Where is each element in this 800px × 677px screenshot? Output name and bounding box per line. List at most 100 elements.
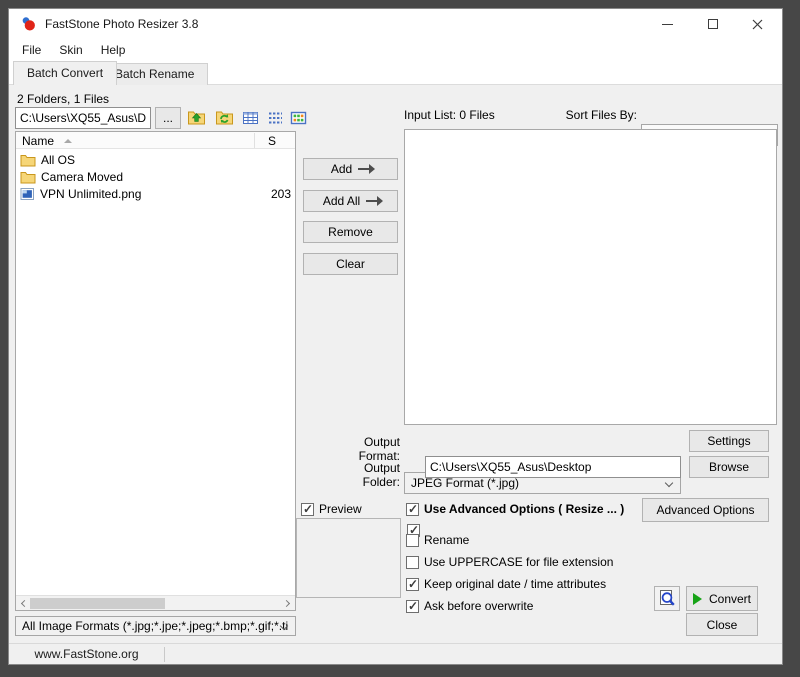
details-view-icon <box>242 110 259 126</box>
rename-label: Rename <box>424 533 469 547</box>
keep-date-label: Keep original date / time attributes <box>424 577 606 591</box>
column-name[interactable]: Name <box>22 134 54 148</box>
file-name: Camera Moved <box>41 170 123 184</box>
list-view-icon <box>267 110 284 126</box>
chevron-left-icon <box>21 599 28 606</box>
window-title: FastStone Photo Resizer 3.8 <box>45 17 198 31</box>
details-view-button[interactable] <box>242 110 260 126</box>
folder-icon <box>20 170 36 184</box>
output-folder-input[interactable] <box>425 456 681 478</box>
app-window: FastStone Photo Resizer 3.8 File Skin He… <box>8 8 783 665</box>
faststone-link[interactable]: www.FastStone.org <box>9 644 164 664</box>
column-divider[interactable] <box>254 133 255 148</box>
menu-file[interactable]: File <box>13 41 50 59</box>
keep-date-option[interactable]: Keep original date / time attributes <box>406 577 606 591</box>
add-all-label: Add All <box>323 194 360 208</box>
rename-option[interactable]: Rename <box>406 533 469 547</box>
chevron-right-icon <box>283 599 290 606</box>
preview-checkbox[interactable] <box>301 503 314 516</box>
remove-button[interactable]: Remove <box>303 221 398 243</box>
output-folder-label: Output Folder: <box>325 461 400 489</box>
preview-option[interactable]: Preview <box>301 502 362 516</box>
horizontal-scrollbar[interactable] <box>16 595 295 610</box>
file-row[interactable]: All OS <box>16 151 295 168</box>
title-bar: FastStone Photo Resizer 3.8 <box>9 9 782 39</box>
preview-result-button[interactable] <box>654 586 680 611</box>
file-list[interactable]: Name S All OS Camera Moved VPN Unlimited… <box>15 131 296 611</box>
thumbnail-view-button[interactable] <box>290 110 308 126</box>
browse-button[interactable]: Browse <box>689 456 769 478</box>
menu-skin[interactable]: Skin <box>50 41 91 59</box>
tab-batch-rename[interactable]: Batch Rename <box>101 63 208 85</box>
uppercase-option[interactable]: Use UPPERCASE for file extension <box>406 555 613 569</box>
ask-overwrite-label: Ask before overwrite <box>424 599 533 613</box>
path-input[interactable] <box>15 107 151 129</box>
tab-batch-convert[interactable]: Batch Convert <box>13 61 117 85</box>
close-icon <box>752 19 763 30</box>
folder-up-icon <box>187 109 206 126</box>
advanced-options-button[interactable]: Advanced Options <box>642 498 769 522</box>
minimize-button[interactable] <box>645 9 690 39</box>
sort-files-label: Sort Files By: <box>404 108 637 122</box>
scroll-left-button[interactable] <box>16 596 31 610</box>
preview-panel <box>296 518 401 598</box>
tab-strip: Batch Convert Batch Rename <box>9 61 782 85</box>
menu-bar: File Skin Help <box>9 39 782 61</box>
list-view-button[interactable] <box>267 110 285 126</box>
file-name: VPN Unlimited.png <box>40 187 141 201</box>
use-advanced-options-checkbox[interactable] <box>406 503 419 516</box>
preview-magnifier-icon <box>658 589 676 608</box>
image-file-icon <box>20 187 35 201</box>
ask-overwrite-checkbox[interactable] <box>406 600 419 613</box>
file-row[interactable]: VPN Unlimited.png 203 <box>16 185 295 202</box>
format-filter-select[interactable]: All Image Formats (*.jpg;*.jpe;*.jpeg;*.… <box>15 616 296 636</box>
settings-button[interactable]: Settings <box>689 430 769 452</box>
maximize-button[interactable] <box>690 9 735 39</box>
status-bar: www.FastStone.org <box>9 643 782 664</box>
output-format-value: JPEG Format (*.jpg) <box>411 476 519 490</box>
rename-checkbox[interactable] <box>406 534 419 547</box>
folder-icon <box>20 153 36 167</box>
sort-ascending-icon <box>64 139 72 143</box>
folder-summary: 2 Folders, 1 Files <box>17 92 109 106</box>
folder-up-button[interactable] <box>187 109 207 127</box>
keep-date-checkbox[interactable] <box>406 578 419 591</box>
play-icon <box>693 593 702 605</box>
scrollbar-thumb[interactable] <box>30 598 165 609</box>
arrow-right-icon <box>358 168 370 170</box>
file-list-header: Name S <box>16 132 295 149</box>
refresh-button[interactable] <box>215 109 235 127</box>
advanced-options-option[interactable]: Use Advanced Options ( Resize ... ) <box>406 502 624 516</box>
path-browse-button[interactable]: ... <box>155 107 181 129</box>
close-button[interactable]: Close <box>686 613 758 636</box>
add-all-button[interactable]: Add All <box>303 190 398 212</box>
file-row[interactable]: Camera Moved <box>16 168 295 185</box>
ask-overwrite-option[interactable]: Ask before overwrite <box>406 599 533 613</box>
format-filter-value: All Image Formats (*.jpg;*.jpe;*.jpeg;*.… <box>22 619 288 633</box>
status-divider <box>164 647 165 662</box>
chevron-down-icon <box>665 479 673 487</box>
menu-help[interactable]: Help <box>92 41 135 59</box>
file-name: All OS <box>41 153 75 167</box>
close-window-button[interactable] <box>735 9 780 39</box>
folder-refresh-icon <box>215 109 234 126</box>
add-button[interactable]: Add <box>303 158 398 180</box>
app-logo-icon <box>21 16 37 32</box>
scroll-right-button[interactable] <box>280 596 295 610</box>
preview-label: Preview <box>319 502 362 516</box>
thumbnail-view-icon <box>290 110 307 126</box>
file-size: 203 <box>271 187 291 201</box>
uppercase-label: Use UPPERCASE for file extension <box>424 555 613 569</box>
minimize-icon <box>662 24 673 25</box>
column-size[interactable]: S <box>268 134 276 148</box>
convert-label: Convert <box>709 592 751 606</box>
clear-button[interactable]: Clear <box>303 253 398 275</box>
add-label: Add <box>331 162 352 176</box>
dashed-arrow-right-icon <box>366 200 378 202</box>
use-advanced-options-label: Use Advanced Options ( Resize ... ) <box>424 502 624 516</box>
uppercase-checkbox[interactable] <box>406 556 419 569</box>
output-format-label: Output Format: <box>325 435 400 463</box>
input-list-box[interactable] <box>404 129 777 425</box>
convert-button[interactable]: Convert <box>686 586 758 611</box>
maximize-icon <box>708 19 718 29</box>
